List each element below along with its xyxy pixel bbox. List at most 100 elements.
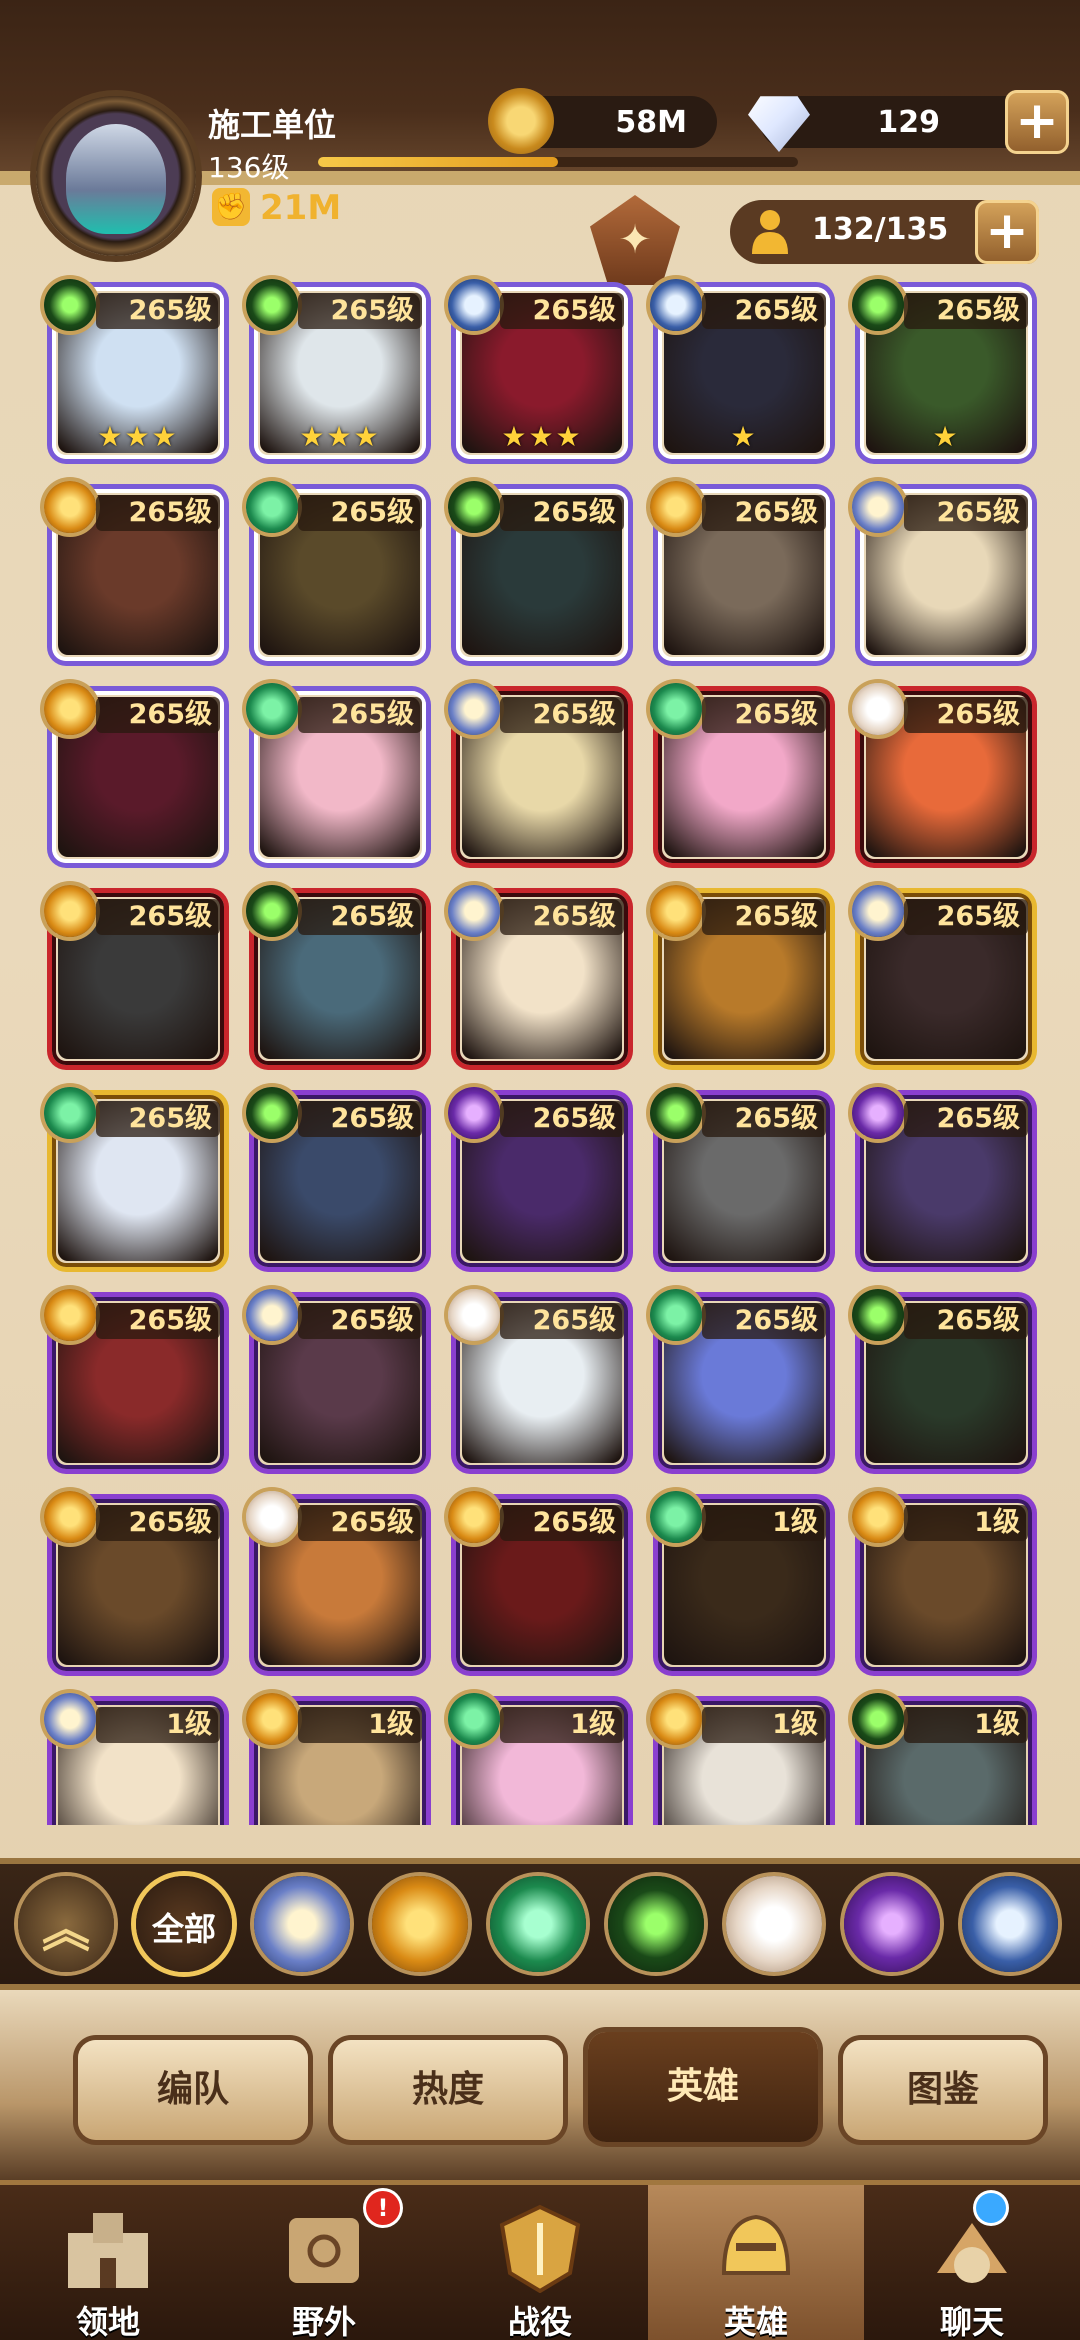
hero-card[interactable]: 265级 — [448, 1289, 628, 1469]
hero-card[interactable]: 265级 — [246, 683, 426, 863]
hero-card[interactable]: 265级 — [650, 683, 830, 863]
hero-card[interactable]: 1级 — [44, 1693, 224, 1825]
alert-badge: ! — [366, 2191, 400, 2225]
hypogean-icon[interactable] — [844, 1876, 940, 1972]
filter-all-label: 全部 — [151, 1910, 216, 1948]
hero-card[interactable]: 265级 — [246, 885, 426, 1065]
hero-level: 265级 — [298, 293, 422, 329]
faction-icon — [448, 683, 500, 735]
hero-level: 265级 — [904, 697, 1028, 733]
xp-bar — [318, 157, 798, 167]
add-gems-button[interactable]: + — [1005, 90, 1069, 154]
faction-icon — [448, 885, 500, 937]
person-icon — [752, 210, 788, 254]
faction-icon — [448, 1087, 500, 1139]
tab-popularity[interactable]: 热度 — [333, 2040, 563, 2140]
hero-level: 265级 — [500, 293, 624, 329]
tab-codex[interactable]: 图鉴 — [843, 2040, 1043, 2140]
hero-card[interactable]: 265级 — [852, 481, 1032, 661]
hero-card[interactable]: 265级 — [44, 683, 224, 863]
lightbearer-icon[interactable] — [254, 1876, 350, 1972]
hero-card[interactable]: 265级 — [650, 885, 830, 1065]
hero-card[interactable]: 265级 — [246, 1087, 426, 1267]
hero-card[interactable]: 1级 — [650, 1491, 830, 1671]
faction-icon — [852, 481, 904, 533]
hero-card[interactable]: 1级 — [852, 1491, 1032, 1671]
hero-level: 265级 — [702, 1303, 826, 1339]
faction-icon — [852, 1289, 904, 1341]
hero-card[interactable]: 265级 — [650, 481, 830, 661]
hero-card[interactable]: 265级 — [448, 1087, 628, 1267]
hero-card[interactable]: 265级 — [44, 1491, 224, 1671]
hero-card[interactable]: 265级 — [852, 1289, 1032, 1469]
hero-level: 265级 — [702, 1101, 826, 1137]
hero-card[interactable]: 1级 — [852, 1693, 1032, 1825]
hero-stars: ★★★ — [97, 420, 179, 453]
hero-card[interactable]: 265级 — [448, 1491, 628, 1671]
hero-card[interactable]: 265级 — [852, 885, 1032, 1065]
hero-card[interactable]: 265级 ★★★ — [448, 279, 628, 459]
hero-level: 265级 — [96, 495, 220, 531]
avatar[interactable] — [36, 96, 196, 256]
hero-stars: ★★★ — [501, 420, 583, 453]
hero-card[interactable]: 265级 — [650, 1087, 830, 1267]
hero-card[interactable]: 1级 — [448, 1693, 628, 1825]
hero-card[interactable]: 265级 — [246, 1289, 426, 1469]
faction-icon — [44, 279, 96, 331]
hero-card[interactable]: 265级 — [44, 481, 224, 661]
nav-wilds[interactable]: ! 野外 — [216, 2185, 432, 2340]
hero-level: 265级 — [500, 1303, 624, 1339]
hero-card[interactable]: 265级 — [44, 1289, 224, 1469]
nav-heroes[interactable]: 英雄 — [648, 2185, 864, 2340]
hero-card[interactable]: 265级 — [246, 1491, 426, 1671]
power-value: 21M — [260, 188, 342, 228]
hero-card[interactable]: 265级 — [852, 683, 1032, 863]
hero-level: 265级 — [904, 899, 1028, 935]
faction-icon — [852, 1693, 904, 1745]
hero-card[interactable]: 265级 — [246, 481, 426, 661]
hero-level: 265级 — [702, 697, 826, 733]
tab-heroes[interactable]: 英雄 — [588, 2032, 818, 2142]
faction-icon — [44, 1289, 96, 1341]
faction-emblem-icon[interactable]: ✦ — [590, 195, 680, 285]
graveborn-icon[interactable] — [608, 1876, 704, 1972]
nav-label: 英雄 — [723, 2303, 788, 2340]
nav-label: 聊天 — [939, 2303, 1004, 2340]
hero-level: 265级 — [298, 1303, 422, 1339]
hero-card[interactable]: 265级 — [448, 481, 628, 661]
hero-card[interactable]: 265级 — [852, 1087, 1032, 1267]
hero-card[interactable]: 265级 — [44, 1087, 224, 1267]
dimensional-icon[interactable] — [962, 1876, 1058, 1972]
hero-card[interactable]: 265级 — [650, 1289, 830, 1469]
hero-card[interactable]: 265级 ★★★ — [246, 279, 426, 459]
filter-all-button[interactable]: 全部 — [136, 1876, 232, 1972]
mauler-icon[interactable] — [372, 1876, 468, 1972]
hero-card[interactable]: 265级 ★ — [852, 279, 1032, 459]
hero-level: 265级 — [96, 899, 220, 935]
nav-campaign[interactable]: 战役 — [432, 2185, 648, 2340]
hero-card[interactable]: 1级 — [650, 1693, 830, 1825]
wilder-icon[interactable] — [490, 1876, 586, 1972]
hero-slots-value: 132/135 — [812, 212, 949, 247]
hero-card[interactable]: 265级 ★ — [650, 279, 830, 459]
hero-stars: ★ — [730, 420, 758, 453]
hero-level: 1级 — [298, 1707, 422, 1743]
hero-card[interactable]: 265级 — [448, 683, 628, 863]
chat-hat-icon — [937, 2223, 1007, 2283]
hero-card[interactable]: 1级 — [246, 1693, 426, 1825]
hero-card[interactable]: 265级 — [44, 885, 224, 1065]
faction-icon — [650, 1289, 702, 1341]
add-slots-button[interactable]: + — [975, 200, 1039, 264]
hero-level: 265级 — [298, 495, 422, 531]
bottom-nav: 领地 ! 野外 战役 英雄 聊天 — [0, 2180, 1080, 2340]
heroes-screen: 施工单位 136级 ✊ 21M 58M 129 + ✦ 132/135 + 26… — [0, 0, 1080, 2340]
nav-territory[interactable]: 领地 — [0, 2185, 216, 2340]
faction-icon — [650, 1693, 702, 1745]
faction-icon — [852, 683, 904, 735]
tab-formation[interactable]: 编队 — [78, 2040, 308, 2140]
double-chevron-up-icon[interactable]: ︽ — [18, 1876, 114, 1972]
hero-card[interactable]: 265级 ★★★ — [44, 279, 224, 459]
hero-card[interactable]: 265级 — [448, 885, 628, 1065]
celestial-icon[interactable] — [726, 1876, 822, 1972]
nav-chat[interactable]: 聊天 — [864, 2185, 1080, 2340]
